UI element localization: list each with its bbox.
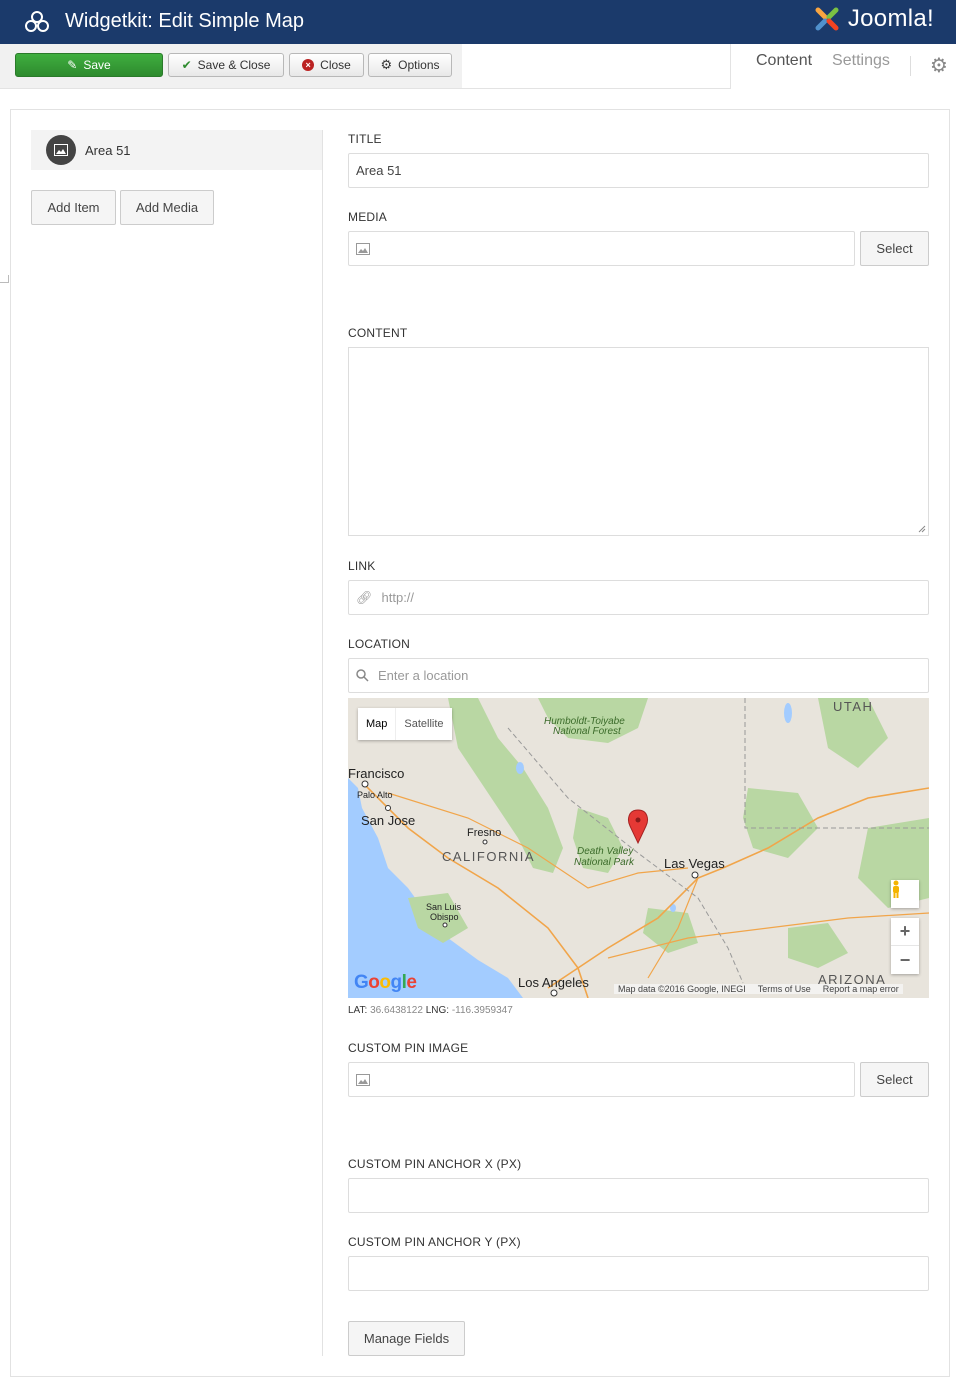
map-label-las-vegas: Las Vegas	[664, 856, 725, 871]
image-avatar	[46, 135, 76, 165]
media-label: MEDIA	[348, 210, 388, 224]
edit-icon: ✎	[67, 58, 78, 72]
anchor-y-input[interactable]	[348, 1256, 929, 1291]
map-pin-icon[interactable]	[628, 809, 648, 845]
image-icon	[54, 144, 68, 156]
close-button[interactable]: × Close	[289, 53, 364, 77]
anchor-y-label: CUSTOM PIN ANCHOR Y (PX)	[348, 1235, 521, 1249]
google-map[interactable]: Francisco Palo Alto San Jose Fresno CALI…	[348, 698, 929, 998]
list-item-label: Area 51	[85, 142, 131, 158]
sidebar-divider	[322, 130, 323, 1356]
map-label-san-jose: San Jose	[361, 813, 415, 828]
add-media-button[interactable]: Add Media	[120, 190, 214, 225]
media-input[interactable]	[348, 231, 855, 266]
list-item[interactable]: Area 51	[31, 130, 322, 170]
gear-icon: ⚙	[380, 57, 393, 72]
custom-pin-select-button[interactable]: Select	[860, 1062, 929, 1097]
link-input[interactable]: 🔗︎ http://	[348, 580, 929, 615]
map-type-map-button[interactable]: Map	[358, 708, 397, 740]
map-attribution: Map data ©2016 Google, INEGI Terms of Us…	[614, 984, 903, 994]
anchor-x-input[interactable]	[348, 1178, 929, 1213]
map-label-california: CALIFORNIA	[442, 849, 535, 864]
zoom-control: + −	[891, 918, 919, 974]
resize-grip-icon[interactable]	[918, 525, 926, 533]
app-header: Widgetkit: Edit Simple Map Joomla!	[0, 0, 956, 44]
pegman-street-view-icon[interactable]	[891, 880, 919, 908]
tabs-divider	[910, 56, 911, 76]
anchor-x-label: CUSTOM PIN ANCHOR X (PX)	[348, 1157, 522, 1171]
map-label-los-angeles: Los Angeles	[518, 975, 589, 990]
brand-text: Joomla!	[847, 5, 934, 32]
add-item-button[interactable]: Add Item	[31, 190, 116, 225]
content-label: CONTENT	[348, 326, 408, 340]
close-icon: ×	[302, 59, 315, 71]
lat-label: LAT:	[348, 1005, 368, 1016]
search-icon	[356, 669, 369, 682]
link-icon: 🔗︎	[356, 589, 373, 605]
location-label: LOCATION	[348, 637, 411, 651]
map-data-credit: Map data ©2016 Google, INEGI	[618, 984, 746, 994]
map-type-control: Map Satellite	[358, 708, 452, 740]
check-icon: ✔	[181, 58, 192, 72]
map-label-national-forest: National Forest	[553, 726, 622, 737]
location-placeholder: Enter a location	[378, 668, 469, 683]
joomla-icon	[815, 7, 839, 31]
manage-fields-button[interactable]: Manage Fields	[348, 1321, 465, 1356]
location-search-input[interactable]: Enter a location	[348, 658, 929, 693]
lat-lng-readout: LAT: 36.6438122 LNG: -116.3959347	[348, 1005, 513, 1016]
map-label-palo-alto: Palo Alto	[357, 790, 393, 800]
zoom-in-button[interactable]: +	[891, 918, 919, 946]
options-label: Options	[398, 58, 440, 72]
lat-value: 36.6438122	[370, 1005, 423, 1016]
terms-of-use-link[interactable]: Terms of Use	[758, 984, 811, 994]
map-label-francisco: Francisco	[348, 766, 404, 781]
map-label-utah: UTAH	[833, 699, 873, 714]
save-button[interactable]: ✎ Save	[15, 53, 163, 77]
title-value: Area 51	[356, 163, 402, 178]
joomla-logo: Joomla!	[812, 4, 934, 34]
widgetkit-icon	[25, 11, 49, 32]
map-label-national-park: National Park	[574, 857, 635, 868]
tab-settings[interactable]: Settings	[832, 52, 890, 70]
save-close-label: Save & Close	[197, 58, 271, 72]
options-button[interactable]: ⚙ Options	[368, 53, 452, 77]
tab-content[interactable]: Content	[756, 52, 812, 70]
zoom-out-button[interactable]: −	[891, 946, 919, 974]
left-edge-handle	[0, 275, 9, 283]
map-label-fresno: Fresno	[467, 827, 501, 839]
toolbar: ✎ Save ✔ Save & Close × Close ⚙ Options	[0, 44, 731, 89]
map-canvas[interactable]: Francisco Palo Alto San Jose Fresno CALI…	[348, 698, 929, 998]
page-title: Widgetkit: Edit Simple Map	[65, 10, 304, 32]
map-type-satellite-button[interactable]: Satellite	[396, 708, 451, 740]
link-placeholder: http://	[381, 590, 415, 605]
custom-pin-image-label: CUSTOM PIN IMAGE	[348, 1041, 469, 1055]
map-label-death-valley: Death Valley	[577, 846, 634, 857]
close-label: Close	[320, 58, 351, 72]
content-textarea[interactable]	[348, 347, 929, 536]
settings-gear-icon[interactable]: ⚙	[930, 55, 948, 77]
media-select-button[interactable]: Select	[860, 231, 929, 266]
map-label-obispo: Obispo	[430, 912, 459, 922]
custom-pin-image-input[interactable]	[348, 1062, 855, 1097]
title-input[interactable]: Area 51	[348, 153, 929, 188]
google-logo: Google	[354, 972, 417, 993]
image-icon	[356, 1073, 370, 1086]
view-tabs: Content Settings	[756, 52, 890, 70]
map-label-san-luis: San Luis	[426, 902, 462, 912]
image-icon	[356, 242, 370, 255]
report-map-error-link[interactable]: Report a map error	[823, 984, 899, 994]
save-label: Save	[83, 58, 111, 72]
lng-value: -116.3959347	[451, 1005, 513, 1016]
lng-label: LNG:	[425, 1005, 450, 1016]
link-label: LINK	[348, 559, 376, 573]
save-close-button[interactable]: ✔ Save & Close	[168, 53, 284, 77]
title-label: TITLE	[348, 132, 382, 146]
